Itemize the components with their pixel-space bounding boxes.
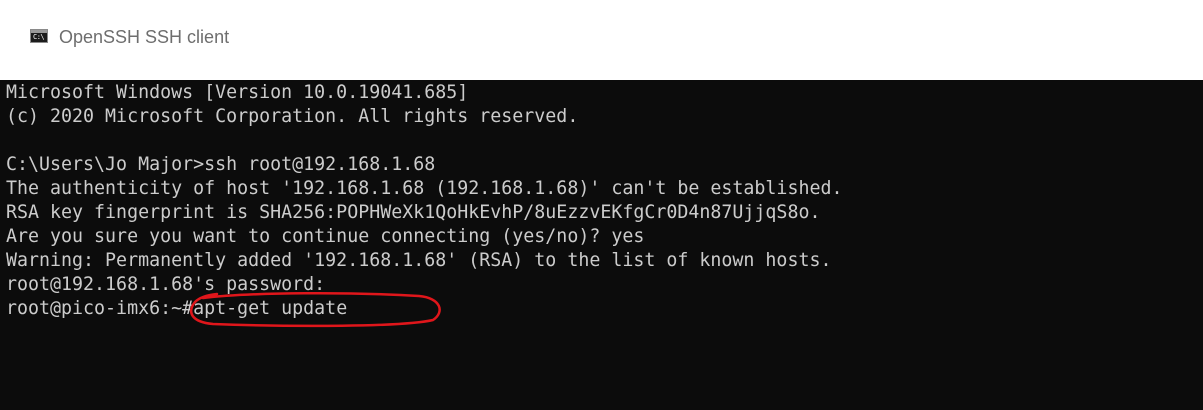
console-line: C:\Users\Jo Major>ssh root@192.168.1.68	[6, 154, 436, 175]
console-line: (c) 2020 Microsoft Corporation. All righ…	[6, 106, 579, 127]
command-line: root@pico-imx6:~#apt-get update	[6, 291, 1197, 328]
window-title: OpenSSH SSH client	[59, 27, 230, 47]
shell-prompt: root@pico-imx6:~#	[6, 298, 194, 319]
console-line: The authenticity of host '192.168.1.68 (…	[6, 178, 843, 199]
console-line: RSA key fingerprint is SHA256:POPHWeXk1Q…	[6, 202, 821, 223]
highlighted-command: apt-get update	[190, 291, 441, 328]
command-text: apt-get update	[193, 298, 348, 319]
title-bar[interactable]: C:\ OpenSSH SSH client	[0, 0, 1203, 80]
console-line: Warning: Permanently added '192.168.1.68…	[6, 250, 832, 271]
console-app-icon[interactable]: C:\	[30, 29, 48, 43]
console-line: root@192.168.1.68's password:	[6, 274, 326, 295]
terminal-window: C:\ OpenSSH SSH client Microsoft Windows…	[0, 0, 1203, 410]
console-area[interactable]: Microsoft Windows [Version 10.0.19041.68…	[0, 80, 1203, 410]
console-line: Are you sure you want to continue connec…	[6, 226, 645, 247]
console-line: Microsoft Windows [Version 10.0.19041.68…	[6, 82, 469, 103]
